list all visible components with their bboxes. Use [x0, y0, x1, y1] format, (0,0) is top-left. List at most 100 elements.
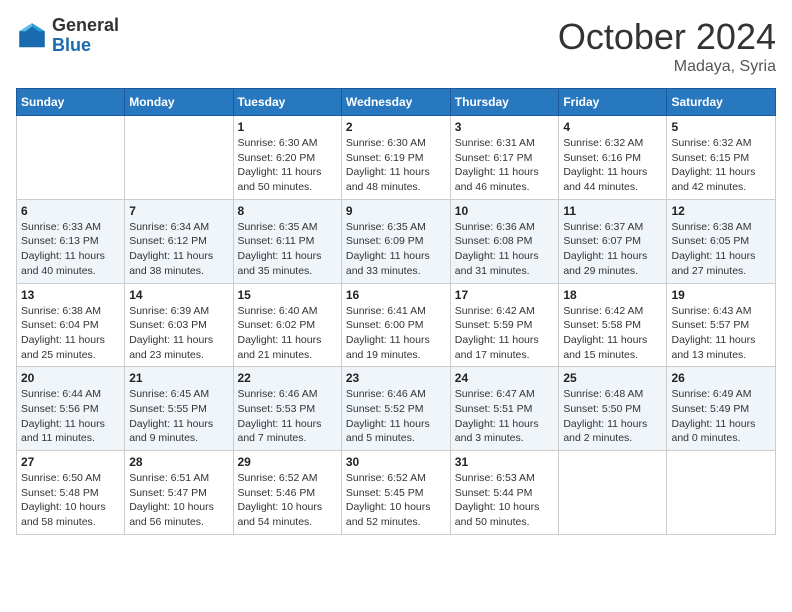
- day-info: Sunrise: 6:44 AM Sunset: 5:56 PM Dayligh…: [21, 387, 120, 446]
- page-header: General Blue October 2024 Madaya, Syria: [16, 16, 776, 76]
- calendar-cell: 7 Sunrise: 6:34 AM Sunset: 6:12 PM Daylig…: [125, 199, 233, 283]
- calendar-cell: 12 Sunrise: 6:38 AM Sunset: 6:05 PM Dayli…: [667, 199, 776, 283]
- title-area: October 2024 Madaya, Syria: [558, 16, 776, 76]
- day-number: 31: [455, 455, 555, 469]
- header-row: SundayMondayTuesdayWednesdayThursdayFrid…: [17, 89, 776, 116]
- calendar-body: 1 Sunrise: 6:30 AM Sunset: 6:20 PM Daylig…: [17, 116, 776, 535]
- calendar-cell: 3 Sunrise: 6:31 AM Sunset: 6:17 PM Daylig…: [450, 116, 559, 200]
- calendar-cell: 13Sunrise: 6:38 AM Sunset: 6:04 PM Dayli…: [17, 283, 125, 367]
- calendar-cell: 8Sunrise: 6:35 AM Sunset: 6:11 PM Daylig…: [233, 199, 341, 283]
- day-number: 10: [455, 204, 555, 218]
- day-info: Sunrise: 6:51 AM Sunset: 5:47 PM Dayligh…: [129, 471, 228, 530]
- day-info: Sunrise: 6:30 AM Sunset: 6:20 PM Dayligh…: [238, 136, 337, 195]
- calendar-week-row: 1 Sunrise: 6:30 AM Sunset: 6:20 PM Daylig…: [17, 116, 776, 200]
- header-day: Friday: [559, 89, 667, 116]
- day-info: Sunrise: 6:32 AM Sunset: 6:15 PM Dayligh…: [671, 136, 771, 195]
- day-info: Sunrise: 6:36 AM Sunset: 6:08 PM Dayligh…: [455, 220, 555, 279]
- day-number: 27: [21, 455, 120, 469]
- day-number: 20: [21, 371, 120, 385]
- calendar-cell: 6 Sunrise: 6:33 AM Sunset: 6:13 PM Daylig…: [17, 199, 125, 283]
- day-number: 6: [21, 204, 120, 218]
- calendar-cell: 11 Sunrise: 6:37 AM Sunset: 6:07 PM Dayli…: [559, 199, 667, 283]
- calendar-week-row: 6 Sunrise: 6:33 AM Sunset: 6:13 PM Daylig…: [17, 199, 776, 283]
- calendar-cell: 9Sunrise: 6:35 AM Sunset: 6:09 PM Daylig…: [341, 199, 450, 283]
- day-info: Sunrise: 6:49 AM Sunset: 5:49 PM Dayligh…: [671, 387, 771, 446]
- day-info: Sunrise: 6:48 AM Sunset: 5:50 PM Dayligh…: [563, 387, 662, 446]
- calendar-week-row: 20 Sunrise: 6:44 AM Sunset: 5:56 PM Dayli…: [17, 367, 776, 451]
- day-number: 12: [671, 204, 771, 218]
- day-number: 1: [238, 120, 337, 134]
- day-number: 3: [455, 120, 555, 134]
- day-info: Sunrise: 6:38 AM Sunset: 6:05 PM Dayligh…: [671, 220, 771, 279]
- day-number: 30: [346, 455, 446, 469]
- logo-icon: [16, 20, 48, 52]
- calendar-cell: [17, 116, 125, 200]
- day-number: 4: [563, 120, 662, 134]
- calendar-cell: 5 Sunrise: 6:32 AM Sunset: 6:15 PM Daylig…: [667, 116, 776, 200]
- calendar-cell: 25Sunrise: 6:48 AM Sunset: 5:50 PM Dayli…: [559, 367, 667, 451]
- day-number: 13: [21, 288, 120, 302]
- day-info: Sunrise: 6:42 AM Sunset: 5:58 PM Dayligh…: [563, 304, 662, 363]
- day-info: Sunrise: 6:41 AM Sunset: 6:00 PM Dayligh…: [346, 304, 446, 363]
- calendar-cell: 30 Sunrise: 6:52 AM Sunset: 5:45 PM Dayli…: [341, 451, 450, 535]
- day-number: 14: [129, 288, 228, 302]
- calendar-cell: 22 Sunrise: 6:46 AM Sunset: 5:53 PM Dayli…: [233, 367, 341, 451]
- day-info: Sunrise: 6:39 AM Sunset: 6:03 PM Dayligh…: [129, 304, 228, 363]
- day-number: 21: [129, 371, 228, 385]
- calendar-cell: [667, 451, 776, 535]
- day-number: 29: [238, 455, 337, 469]
- calendar-cell: 18Sunrise: 6:42 AM Sunset: 5:58 PM Dayli…: [559, 283, 667, 367]
- logo-text: General Blue: [52, 16, 119, 56]
- calendar-cell: 2Sunrise: 6:30 AM Sunset: 6:19 PM Daylig…: [341, 116, 450, 200]
- calendar-cell: 31 Sunrise: 6:53 AM Sunset: 5:44 PM Dayli…: [450, 451, 559, 535]
- calendar-table: SundayMondayTuesdayWednesdayThursdayFrid…: [16, 88, 776, 535]
- day-info: Sunrise: 6:33 AM Sunset: 6:13 PM Dayligh…: [21, 220, 120, 279]
- month-title: October 2024: [558, 16, 776, 58]
- header-day: Thursday: [450, 89, 559, 116]
- day-number: 22: [238, 371, 337, 385]
- header-day: Saturday: [667, 89, 776, 116]
- day-info: Sunrise: 6:31 AM Sunset: 6:17 PM Dayligh…: [455, 136, 555, 195]
- day-number: 24: [455, 371, 555, 385]
- calendar-cell: 20 Sunrise: 6:44 AM Sunset: 5:56 PM Dayli…: [17, 367, 125, 451]
- day-number: 7: [129, 204, 228, 218]
- header-day: Monday: [125, 89, 233, 116]
- calendar-cell: 26 Sunrise: 6:49 AM Sunset: 5:49 PM Dayli…: [667, 367, 776, 451]
- calendar-cell: 24 Sunrise: 6:47 AM Sunset: 5:51 PM Dayli…: [450, 367, 559, 451]
- logo: General Blue: [16, 16, 119, 56]
- day-number: 26: [671, 371, 771, 385]
- day-info: Sunrise: 6:47 AM Sunset: 5:51 PM Dayligh…: [455, 387, 555, 446]
- location: Madaya, Syria: [558, 58, 776, 76]
- day-info: Sunrise: 6:37 AM Sunset: 6:07 PM Dayligh…: [563, 220, 662, 279]
- day-number: 15: [238, 288, 337, 302]
- calendar-cell: 29 Sunrise: 6:52 AM Sunset: 5:46 PM Dayli…: [233, 451, 341, 535]
- day-number: 11: [563, 204, 662, 218]
- day-number: 19: [671, 288, 771, 302]
- calendar-cell: 28 Sunrise: 6:51 AM Sunset: 5:47 PM Dayli…: [125, 451, 233, 535]
- day-info: Sunrise: 6:52 AM Sunset: 5:46 PM Dayligh…: [238, 471, 337, 530]
- calendar-cell: 10 Sunrise: 6:36 AM Sunset: 6:08 PM Dayli…: [450, 199, 559, 283]
- day-info: Sunrise: 6:53 AM Sunset: 5:44 PM Dayligh…: [455, 471, 555, 530]
- calendar-cell: 17Sunrise: 6:42 AM Sunset: 5:59 PM Dayli…: [450, 283, 559, 367]
- day-number: 28: [129, 455, 228, 469]
- day-info: Sunrise: 6:42 AM Sunset: 5:59 PM Dayligh…: [455, 304, 555, 363]
- day-info: Sunrise: 6:35 AM Sunset: 6:11 PM Dayligh…: [238, 220, 337, 279]
- header-day: Wednesday: [341, 89, 450, 116]
- day-info: Sunrise: 6:32 AM Sunset: 6:16 PM Dayligh…: [563, 136, 662, 195]
- day-info: Sunrise: 6:52 AM Sunset: 5:45 PM Dayligh…: [346, 471, 446, 530]
- day-info: Sunrise: 6:34 AM Sunset: 6:12 PM Dayligh…: [129, 220, 228, 279]
- calendar-week-row: 27Sunrise: 6:50 AM Sunset: 5:48 PM Dayli…: [17, 451, 776, 535]
- day-info: Sunrise: 6:35 AM Sunset: 6:09 PM Dayligh…: [346, 220, 446, 279]
- day-number: 5: [671, 120, 771, 134]
- calendar-cell: 16Sunrise: 6:41 AM Sunset: 6:00 PM Dayli…: [341, 283, 450, 367]
- header-day: Sunday: [17, 89, 125, 116]
- calendar-cell: 21Sunrise: 6:45 AM Sunset: 5:55 PM Dayli…: [125, 367, 233, 451]
- calendar-cell: 4 Sunrise: 6:32 AM Sunset: 6:16 PM Daylig…: [559, 116, 667, 200]
- calendar-cell: 15Sunrise: 6:40 AM Sunset: 6:02 PM Dayli…: [233, 283, 341, 367]
- day-info: Sunrise: 6:43 AM Sunset: 5:57 PM Dayligh…: [671, 304, 771, 363]
- day-info: Sunrise: 6:46 AM Sunset: 5:53 PM Dayligh…: [238, 387, 337, 446]
- day-info: Sunrise: 6:30 AM Sunset: 6:19 PM Dayligh…: [346, 136, 446, 195]
- day-info: Sunrise: 6:46 AM Sunset: 5:52 PM Dayligh…: [346, 387, 446, 446]
- calendar-cell: 19 Sunrise: 6:43 AM Sunset: 5:57 PM Dayli…: [667, 283, 776, 367]
- day-number: 23: [346, 371, 446, 385]
